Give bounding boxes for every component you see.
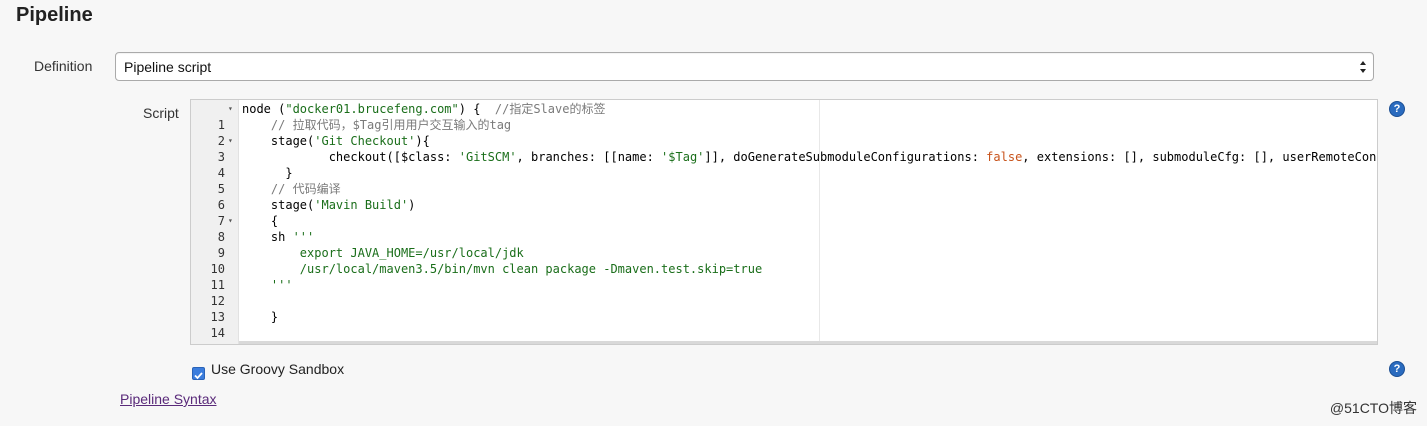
code-line: 13 (191, 293, 1377, 324)
pipeline-syntax-link[interactable]: Pipeline Syntax (120, 391, 217, 407)
code-line: 9 sh ''' (191, 229, 1377, 260)
script-editor[interactable]: 1 ▾ node ("docker01.brucefeng.com") { //… (190, 99, 1378, 345)
script-help-icon[interactable]: ? (1389, 101, 1405, 117)
code-line: 7 stage('Mavin Build') (191, 197, 1377, 228)
code-line: 6 // 代码编译 (191, 181, 1377, 212)
watermark: @51CTO博客 (1329, 400, 1417, 416)
fold-arrow-icon[interactable]: ▾ (228, 213, 233, 229)
fold-arrow-icon[interactable]: ▾ (228, 101, 233, 117)
definition-select-value: Pipeline script (124, 59, 212, 75)
editor-horizontal-scrollbar[interactable] (239, 341, 1377, 344)
groovy-sandbox-checkbox[interactable] (192, 367, 205, 380)
code-line: 2 // 拉取代码，$Tag引用用户交互输入的tag (191, 117, 1377, 148)
line-number: 15 (191, 341, 225, 344)
code-line: 11 /usr/local/maven3.5/bin/mvn clean pac… (191, 261, 1377, 292)
definition-label: Definition (34, 58, 93, 74)
code-line: 15 (191, 325, 1377, 344)
code-line: 5 } (191, 165, 1377, 196)
sandbox-help-icon[interactable]: ? (1389, 361, 1405, 377)
code-line: 4 checkout([$class: 'GitSCM', branches: … (191, 149, 1377, 180)
fold-arrow-icon[interactable]: ▾ (228, 133, 233, 149)
code-line: 12 ''' (191, 277, 1377, 308)
groovy-sandbox-label[interactable]: Use Groovy Sandbox (211, 361, 344, 377)
script-label: Script (143, 105, 179, 121)
code-line: 1 ▾ node ("docker01.brucefeng.com") { //… (191, 101, 1377, 132)
code-line: 8 ▾ { (191, 213, 1377, 244)
code-line: 10 export JAVA_HOME=/usr/local/jdk (191, 245, 1377, 276)
page-title: Pipeline (16, 4, 93, 26)
code-line: 14 } (191, 309, 1377, 340)
definition-select[interactable]: Pipeline script (115, 52, 1374, 81)
checkmark-icon (194, 372, 203, 380)
select-updown-icon (1360, 61, 1366, 73)
code-line: 3 ▾ stage('Git Checkout'){ (191, 133, 1377, 164)
